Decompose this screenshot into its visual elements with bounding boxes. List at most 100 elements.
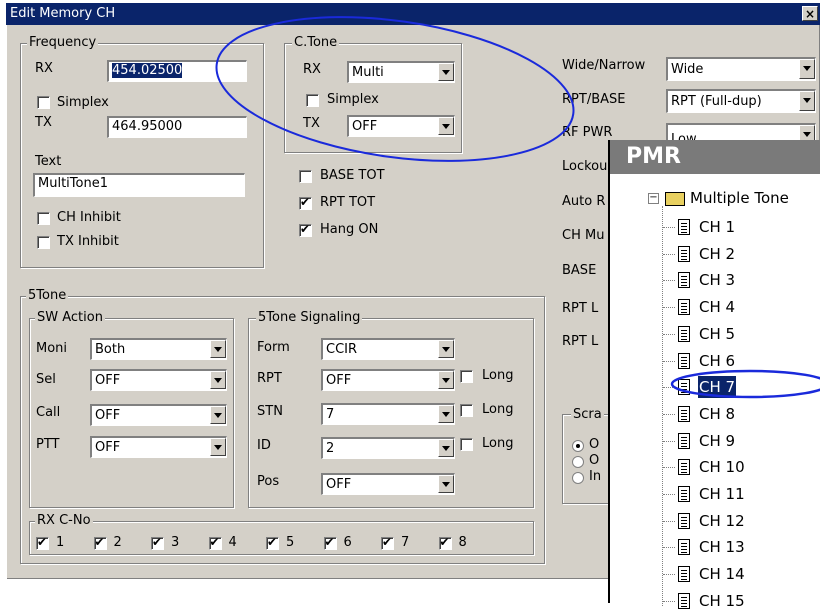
tx-freq-input[interactable]: 464.95000	[107, 116, 247, 138]
tree-item-label: CH 12	[699, 511, 745, 530]
id-select[interactable]: 2	[321, 437, 455, 459]
form-select[interactable]: CCIR	[321, 338, 455, 360]
moni-label: Moni	[36, 341, 68, 356]
sel-label: Sel	[36, 372, 56, 387]
freq-simplex-label: Simplex	[57, 95, 109, 110]
chevron-down-icon[interactable]	[438, 439, 454, 457]
auto-r-label: Auto R	[562, 194, 606, 209]
ch-mu-label: CH Mu	[562, 228, 605, 243]
tree-connector-branch	[663, 520, 675, 522]
tree-item-label: CH 10	[699, 458, 745, 477]
chevron-down-icon[interactable]	[438, 117, 454, 135]
tree-folder-multiple-tone[interactable]: − Multiple Tone	[648, 187, 789, 209]
rx-cno-checkbox-7[interactable]	[381, 535, 394, 550]
moni-select[interactable]: Both	[90, 338, 227, 360]
tree-connector-line	[662, 206, 663, 606]
tree-item-label: CH 13	[699, 538, 745, 557]
chevron-down-icon[interactable]	[438, 371, 454, 389]
hang-on-checkbox[interactable]	[299, 222, 312, 237]
rx-cno-checkbox-2[interactable]	[93, 535, 107, 550]
ctone-tx-label: TX	[303, 116, 320, 131]
rpt-tot-checkbox[interactable]	[299, 195, 312, 210]
stn-label: STN	[257, 404, 283, 419]
document-icon	[678, 566, 690, 583]
base-tot-checkbox[interactable]	[299, 170, 312, 183]
chevron-down-icon[interactable]	[799, 91, 815, 111]
base-tot-label: BASE TOT	[320, 168, 385, 183]
chevron-down-icon[interactable]	[210, 438, 226, 456]
ptt-select[interactable]: OFF	[90, 436, 227, 458]
ptt-label: PTT	[36, 437, 60, 452]
folder-label: Multiple Tone	[690, 189, 789, 207]
tree-connector-branch	[663, 280, 675, 282]
rx-cno-checkbox-5[interactable]	[266, 535, 279, 550]
rx-cno-checkbox-8[interactable]	[438, 535, 452, 550]
rx-cno-label-3: 3	[171, 535, 180, 550]
rx-cno-label-2: 2	[113, 535, 122, 550]
tree-item-label: CH 3	[699, 271, 736, 290]
id-long-checkbox[interactable]	[460, 438, 473, 451]
rx-cno-checkbox-6[interactable]	[323, 535, 337, 550]
tree-connector-branch	[663, 574, 675, 576]
rpt-select[interactable]: OFF	[321, 369, 455, 391]
scramble-radio-1[interactable]	[572, 440, 584, 452]
chevron-down-icon[interactable]	[210, 371, 226, 389]
ctone-tx-select[interactable]: OFF	[347, 115, 455, 137]
ctone-simplex-label: Simplex	[327, 92, 379, 107]
pmr-title: PMR	[610, 140, 820, 174]
tree-item-label: CH 2	[699, 244, 736, 263]
tree-item-label: CH 5	[699, 324, 736, 343]
chevron-down-icon[interactable]	[438, 63, 454, 81]
frequency-group-label: Frequency	[27, 35, 99, 50]
text-input[interactable]: MultiTone1	[33, 173, 245, 197]
fivetone-group-label: 5Tone	[26, 288, 69, 303]
chevron-down-icon[interactable]	[799, 59, 815, 79]
call-label: Call	[36, 405, 61, 420]
rx-cno-label-5: 5	[286, 535, 295, 550]
rx-cno-checkbox-3[interactable]	[151, 535, 164, 550]
tree-connector-branch	[663, 413, 675, 415]
pos-select[interactable]: OFF	[321, 473, 455, 495]
collapse-toggle-icon[interactable]: −	[648, 193, 659, 204]
chevron-down-icon[interactable]	[438, 405, 454, 423]
form-label: Form	[257, 340, 290, 355]
tree-item-label: CH 9	[699, 431, 736, 450]
sel-select[interactable]: OFF	[90, 369, 227, 391]
folder-icon	[665, 191, 685, 206]
rx-cno-label-4: 4	[228, 535, 237, 550]
rx-cno-checkbox-4[interactable]	[208, 535, 222, 550]
rpt-base-label: RPT/BASE	[562, 92, 626, 107]
stn-select[interactable]: 7	[321, 403, 455, 425]
rpt-l2-label: RPT L	[562, 334, 599, 349]
scramble-radio-2[interactable]	[572, 456, 584, 468]
chevron-down-icon[interactable]	[210, 340, 226, 358]
call-select[interactable]: OFF	[90, 404, 227, 426]
tree-connector-branch	[663, 494, 675, 495]
chevron-down-icon[interactable]	[210, 406, 226, 424]
freq-simplex-checkbox[interactable]	[37, 96, 50, 109]
scramble-radio-2-label: O	[589, 453, 600, 468]
scramble-radio-3[interactable]	[572, 472, 584, 484]
chevron-down-icon[interactable]	[438, 475, 454, 493]
rx-cno-label-7: 7	[401, 535, 410, 550]
title-bar: Edit Memory CH ×	[6, 3, 820, 25]
ctone-rx-label: RX	[303, 62, 321, 77]
chevron-down-icon[interactable]	[438, 340, 454, 358]
tx-inhibit-checkbox[interactable]	[37, 236, 50, 249]
document-icon	[678, 272, 690, 289]
stn-long-checkbox[interactable]	[460, 404, 473, 417]
rx-cno-checkbox-1[interactable]	[36, 535, 49, 550]
tree-item-label: CH 14	[699, 565, 745, 584]
hang-on-label: Hang ON	[320, 222, 379, 237]
tree-connector-branch	[663, 467, 675, 469]
wide-narrow-select[interactable]: Wide	[666, 57, 816, 81]
rpt-base-select[interactable]: RPT (Full-dup)	[666, 89, 816, 113]
ctone-rx-select[interactable]: Multi	[347, 61, 455, 83]
ch-inhibit-checkbox[interactable]	[37, 212, 50, 225]
close-button[interactable]: ×	[802, 6, 818, 21]
rx-cno-label-1: 1	[56, 535, 65, 550]
rx-freq-input[interactable]: 454.02500	[107, 60, 247, 82]
rpt-long-checkbox[interactable]	[460, 370, 473, 383]
ch-inhibit-label: CH Inhibit	[57, 210, 121, 225]
ctone-simplex-checkbox[interactable]	[306, 94, 319, 107]
